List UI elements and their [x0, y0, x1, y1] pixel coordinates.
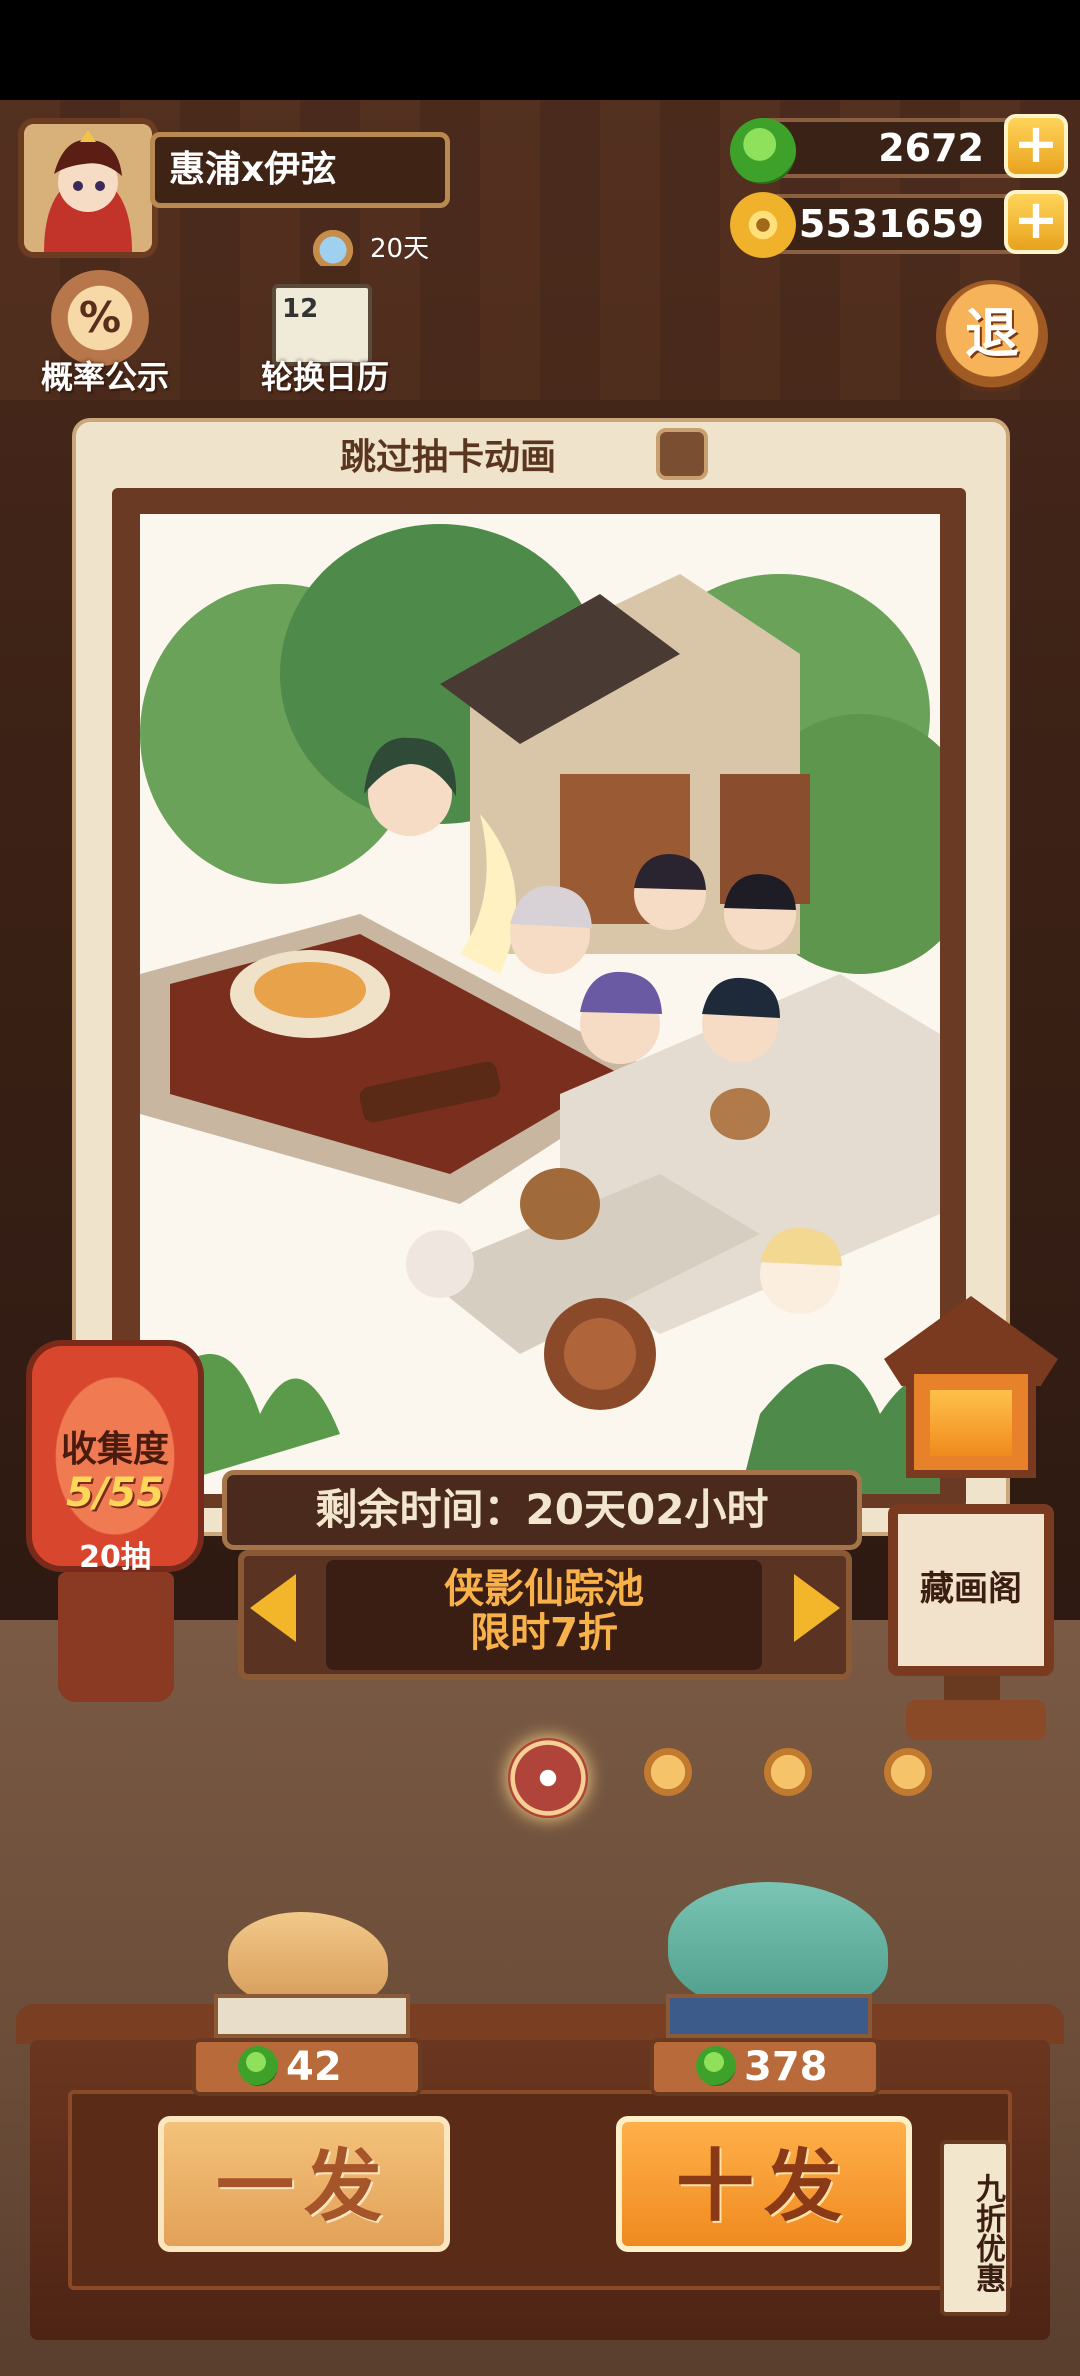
- ten-draw-button[interactable]: 十发: [616, 2116, 912, 2252]
- card-illustration: [140, 514, 940, 1494]
- gold-coin-icon: [730, 192, 796, 258]
- discount-tag-line1: 九: [970, 2173, 1005, 2203]
- lantern-stand: [58, 1572, 174, 1702]
- discount-tag: 九折优惠: [940, 2140, 1010, 2316]
- jade-coin-icon: [730, 118, 796, 184]
- collection-pulls: 20抽: [79, 1540, 151, 1575]
- ten-cost-value: 378: [744, 2044, 828, 2090]
- player-name: 惠浦x伊弦: [150, 132, 450, 208]
- collection-title: 收集度: [60, 1429, 169, 1470]
- status-bar: [0, 0, 1080, 100]
- gallery-button[interactable]: 藏画阁: [888, 1504, 1054, 1676]
- player-avatar[interactable]: [18, 118, 158, 258]
- jade-coin-icon: [696, 2046, 736, 2086]
- discount-tag-line2: 折优惠: [970, 2203, 1005, 2293]
- avatar-portrait-icon: [24, 124, 152, 252]
- days-counter: 20天: [308, 228, 429, 265]
- calendar-label[interactable]: 轮换日历: [245, 352, 405, 398]
- page-dot[interactable]: [644, 1748, 692, 1796]
- collection-count: 5/55: [65, 1470, 165, 1516]
- probability-label[interactable]: 概率公示: [20, 352, 190, 398]
- skip-animation-label: 跳过抽卡动画: [340, 437, 557, 478]
- remaining-time: 剩余时间：20天02小时: [222, 1470, 862, 1550]
- single-draw-button[interactable]: 一发: [158, 2116, 450, 2252]
- calendar-number: 12: [282, 294, 319, 324]
- days-text: 20天: [370, 234, 430, 264]
- kitchen-scene-icon: [140, 514, 940, 1494]
- add-jade-button[interactable]: +: [1004, 114, 1068, 178]
- single-cost-value: 42: [286, 2044, 342, 2090]
- prev-pool-arrow-icon[interactable]: [250, 1574, 296, 1642]
- lamp-window: [930, 1390, 1012, 1456]
- jade-coin-icon: [238, 2046, 278, 2086]
- page-dot[interactable]: [764, 1748, 812, 1796]
- next-pool-arrow-icon[interactable]: [794, 1574, 840, 1642]
- page-dot[interactable]: [884, 1748, 932, 1796]
- page-dot-active[interactable]: [508, 1738, 588, 1818]
- exit-button[interactable]: 退: [936, 280, 1048, 392]
- book-stack: [666, 1994, 872, 2038]
- pool-sale: 限时7折: [470, 1610, 618, 1656]
- ten-draw-cost: 378: [650, 2038, 880, 2096]
- skip-animation-checkbox[interactable]: [656, 428, 708, 480]
- book-stack: [214, 1994, 410, 2038]
- add-gold-button[interactable]: +: [1004, 190, 1068, 254]
- gallery-base: [906, 1700, 1046, 1740]
- single-draw-cost: 42: [192, 2038, 422, 2096]
- counter-top: [16, 2004, 1064, 2044]
